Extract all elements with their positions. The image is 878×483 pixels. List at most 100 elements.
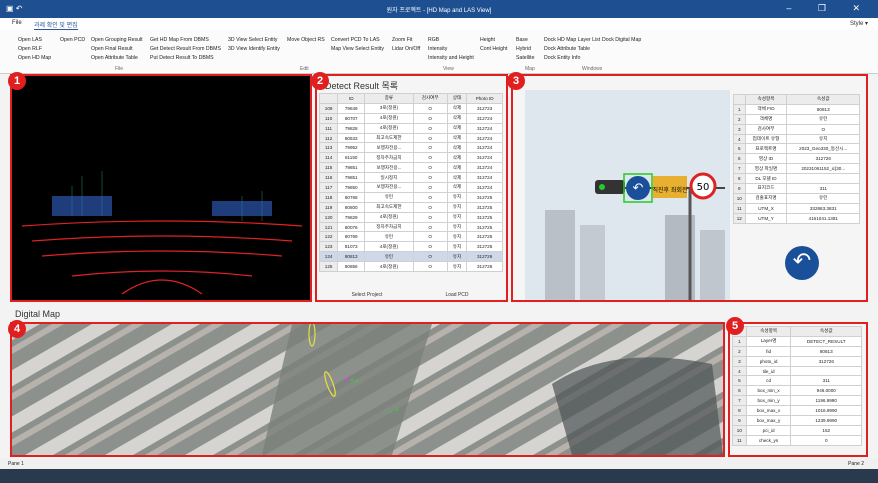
hybrid-button[interactable]: Hybrid (516, 45, 531, 54)
table-row[interactable]: 122 80769 유턴 O 유지 312725 (318, 231, 503, 243)
dock-hd-button[interactable]: Dock HD Map Layer List (544, 36, 600, 45)
column-header[interactable]: 속성값 (790, 326, 862, 337)
table-row[interactable]: 5 cd 311 (732, 375, 862, 387)
street-photo[interactable]: ↶ 직진후 좌회전 50 (525, 90, 730, 300)
get-hd-button[interactable]: Get HD Map From DBMS (150, 36, 209, 45)
table-row[interactable]: 7 영상 파일명 20231061152_ic[30... (733, 163, 860, 175)
table-row[interactable]: 115 79851 보행자전용... O 삭제 312724 (318, 162, 503, 174)
column-header[interactable]: ID (337, 93, 366, 104)
base-button[interactable]: Base (516, 36, 528, 45)
lidar-toggle[interactable]: Lidar On/Off (392, 45, 420, 54)
table-row[interactable]: 11 UTM_X 332863.3831 (733, 202, 860, 214)
view-select-button[interactable]: 3D View Select Entity (228, 36, 278, 45)
table-row[interactable]: 118 80768 유턴 O 유지 312725 (318, 191, 503, 203)
table-row[interactable]: 114 81150 정차주차금지 O 삭제 312724 (318, 152, 503, 164)
table-row[interactable]: 112 80533 최고속도제한 O 삭제 312724 (318, 132, 503, 144)
table-cell: 79851 (337, 162, 366, 174)
move-obj-button[interactable]: Move Object RS (287, 36, 325, 45)
load-pcd-button[interactable]: Load PCD (417, 292, 497, 298)
table-row[interactable]: 123 81073 4로(정원) O 유지 312725 (318, 241, 503, 253)
open-pcd-button[interactable]: Open PCD (60, 36, 85, 45)
open-las-button[interactable]: Open LAS (18, 36, 42, 45)
table-row[interactable]: 1 객체 FID 80813 (733, 103, 860, 115)
table-row[interactable]: 3 photo_id 312726 (732, 355, 862, 367)
table-cell: 삭제 (446, 162, 468, 174)
table-row[interactable]: 113 79952 보행자전용... O 삭제 312724 (318, 142, 503, 154)
table-row[interactable]: 4 tile_id (732, 365, 862, 377)
tab-project[interactable]: 과제 확인 및 편집 (34, 20, 78, 30)
style-menu[interactable]: Style ▾ (850, 20, 868, 27)
column-header[interactable] (733, 94, 746, 105)
table-row[interactable]: 121 80076 정차주차금지 O 유지 312725 (318, 221, 503, 233)
table-row[interactable]: 125 80856 4로(정원) O 유지 312726 (318, 261, 503, 273)
zoom-fit-button[interactable]: Zoom Fit (392, 36, 412, 45)
table-cell: 312725 (466, 211, 503, 223)
table-row[interactable]: 2 객체명 유턴 (733, 113, 860, 125)
table-row[interactable]: 6 영상 ID 312726 (733, 153, 860, 165)
table-row[interactable]: 109 79849 3로(정원) O 삭제 312723 (318, 102, 503, 114)
digital-map-view[interactable] (10, 322, 725, 457)
table-cell: 312724 (466, 162, 503, 174)
table-row[interactable]: 11 check_yn 0 (732, 434, 862, 446)
convert-pcd-button[interactable]: Convert PCD To LAS (331, 36, 380, 45)
intensity-button[interactable]: Intensity (428, 45, 447, 54)
open-final-button[interactable]: Open Final Result (91, 45, 133, 54)
table-cell: 1 (733, 103, 746, 115)
column-header[interactable]: 검사여부 (412, 93, 448, 104)
table-row[interactable]: 9 표지코드 311 (733, 183, 860, 194)
map-select-button[interactable]: Map View Select Entity (331, 45, 384, 54)
table-row[interactable]: 4 업데이트 유형 유지 (733, 133, 860, 145)
table-row[interactable]: 110 80707 4로(정원) O 삭제 312724 (318, 112, 503, 124)
table-row[interactable]: 3 검사여부 O (733, 123, 860, 135)
table-row[interactable]: 111 79828 4로(정원) O 삭제 312724 (318, 122, 503, 134)
height-button[interactable]: Height (480, 36, 495, 45)
table-row[interactable]: 8 box_max_x 1016.9990 (732, 405, 862, 417)
table-row[interactable]: 117 79850 보행자전용... O 삭제 312724 (318, 182, 503, 193)
column-header[interactable] (318, 93, 339, 104)
column-header[interactable]: 속성값 (786, 94, 860, 105)
entity-info-table[interactable]: 속성항목 속성값 1 객체 FID 80813 2 객체명 유턴 3 검사여부 O 4 업데이트 유형 유… (733, 94, 860, 224)
table-row[interactable]: 8 DL 모델 ID (733, 173, 860, 185)
table-row[interactable]: 9 box_max_y 1239.9990 (732, 415, 862, 426)
dock-digital-button[interactable]: Dock Digital Map (602, 36, 641, 45)
table-row[interactable]: 2 fid 80813 (732, 345, 862, 357)
table-row[interactable]: 120 79829 4로(정원) O 유지 312725 (318, 211, 503, 223)
table-cell: 객체 FID (744, 103, 788, 115)
open-attr-button[interactable]: Open Attribute Table (91, 54, 138, 63)
open-hd-map-button[interactable]: Open HD Map (18, 54, 51, 63)
lidar-3d-view[interactable] (10, 74, 312, 302)
open-rlf-button[interactable]: Open RLF (18, 45, 42, 54)
table-row[interactable]: 7 box_min_y 1196.9990 (732, 395, 862, 407)
table-row[interactable]: 12 UTM_Y 4161041.1381 (733, 212, 860, 224)
satellite-map (12, 324, 723, 455)
dock-attr-button[interactable]: Dock Attribute Table (544, 45, 590, 54)
table-row[interactable]: 10 검출표지명 유턴 (733, 192, 860, 204)
table-row[interactable]: 1 Layer명 DETECT_RESULT (732, 335, 862, 347)
view-identify-button[interactable]: 3D View Identify Entity (228, 45, 280, 54)
table-row[interactable]: 5 프로젝트명 2023_Geo330_동선시... (733, 143, 860, 155)
get-detect-button[interactable]: Get Detect Result From DBMS (150, 45, 221, 54)
detect-result-table[interactable]: ID 종류 검사여부 상태 Photo ID 109 79849 3로(정원) O 삭제 31272… (318, 93, 503, 273)
dock-entity-button[interactable]: Dock Entity Info (544, 54, 580, 63)
int-height-button[interactable]: Intensity and Height (428, 54, 474, 63)
cont-height-button[interactable]: Cont Height (480, 45, 507, 54)
select-project-button[interactable]: Select Project (327, 292, 407, 298)
tab-file[interactable]: File (12, 20, 22, 26)
rgb-button[interactable]: RGB (428, 36, 439, 45)
open-grouping-button[interactable]: Open Grouping Result (91, 36, 143, 45)
satellite-button[interactable]: Satellite (516, 54, 534, 63)
column-header[interactable]: 속성항목 (745, 326, 792, 337)
column-header[interactable]: 상태 (446, 93, 468, 104)
table-row[interactable]: 116 79851 일시정지 O 삭제 312724 (318, 172, 503, 184)
column-header[interactable]: 속성항목 (744, 94, 788, 105)
speed-sign-text: 50 (697, 182, 710, 193)
window-controls[interactable]: – ❐ ✕ (786, 3, 872, 14)
table-row[interactable]: 124 80813 유턴 O 유지 312726 (318, 251, 503, 263)
attribute-table[interactable]: 속성항목 속성값 1 Layer명 DETECT_RESULT 2 fid 80813 3 pho… (732, 326, 862, 446)
column-header[interactable]: Photo ID (466, 93, 503, 104)
table-row[interactable]: 6 box_min_x 946.0000 (732, 385, 862, 397)
table-row[interactable]: 119 80800 최고속도제한 O 유지 312725 (318, 201, 503, 213)
table-row[interactable]: 10 pci_id 152 (732, 424, 862, 436)
column-header[interactable]: 종류 (364, 93, 414, 104)
put-detect-button[interactable]: Put Detect Result To DBMS (150, 54, 214, 63)
